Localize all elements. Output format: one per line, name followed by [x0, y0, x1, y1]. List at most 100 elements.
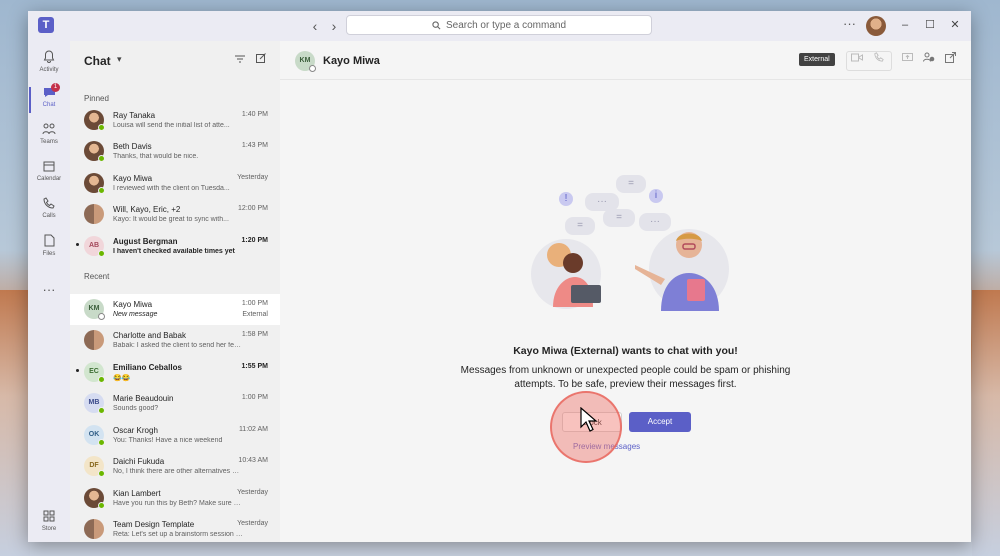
chat-preview: Sounds good? [113, 405, 159, 412]
chat-preview: Louisa will send the initial list of att… [113, 122, 230, 129]
chat-time: 1:40 PM [241, 111, 268, 118]
chat-time: 1:00 PM [241, 394, 268, 401]
appbar-chat[interactable]: 1 Chat [28, 83, 70, 117]
group-avatar [84, 330, 104, 350]
man-with-tablet-icon [635, 232, 719, 311]
chat-item[interactable]: EC Emiliano Ceballos 😂😂 1:55 PM [70, 357, 280, 388]
chat-item[interactable]: Charlotte and Babak Babak: I asked the c… [70, 325, 280, 356]
presence-available-icon [98, 250, 105, 257]
mention-icon: ! [559, 192, 573, 206]
appbar-label: Calendar [36, 176, 62, 182]
contact-name[interactable]: Kayo Miwa [323, 55, 380, 67]
appbar-more[interactable]: ··· [28, 279, 70, 299]
external-label: External [242, 311, 268, 318]
wallpaper-left [0, 290, 30, 556]
chat-item[interactable]: OK Oscar Krogh You: Thanks! Have a nice … [70, 420, 280, 451]
chevron-down-icon[interactable]: ▾ [117, 54, 122, 65]
maximize-button[interactable]: ☐ [921, 16, 939, 34]
phone-icon [28, 197, 70, 213]
presence-unknown-icon [98, 313, 105, 320]
forward-button[interactable]: › [324, 16, 344, 36]
appbar-label: Calls [42, 213, 56, 219]
back-button[interactable]: ‹ [305, 16, 325, 36]
chat-list-header: Chat ▾ [70, 41, 280, 79]
pop-out-chat-icon[interactable] [941, 52, 959, 68]
app-bar: Activity 1 Chat Teams Calendar Calls Fil… [28, 41, 70, 542]
calendar-icon [28, 160, 70, 176]
chat-name: Oscar Krogh [113, 426, 158, 435]
appbar-calls[interactable]: Calls [28, 194, 70, 228]
chat-preview: 😂😂 [113, 375, 131, 382]
store-icon [28, 510, 70, 526]
chat-main-pane: KM Kayo Miwa External ··· = = = ··· ! i … [280, 41, 971, 542]
chat-item[interactable]: MB Marie Beaudouin Sounds good? 1:00 PM [70, 388, 280, 419]
presence-unknown-icon [309, 65, 316, 72]
teams-logo-icon: T [38, 17, 54, 33]
teams-icon [28, 123, 70, 139]
wallpaper-right [972, 290, 1000, 556]
chat-name: Marie Beaudouin [113, 394, 174, 403]
accept-button[interactable]: Accept [629, 412, 691, 432]
new-chat-icon[interactable] [256, 53, 266, 66]
more-options-button[interactable]: ··· [843, 16, 856, 31]
chat-name: Kayo Miwa [113, 300, 153, 309]
chat-bubble-icon: = [565, 217, 595, 235]
chat-preview: Have you run this by Beth? Make sure she… [113, 500, 243, 507]
chat-preview: You: Thanks! Have a nice weekend [113, 437, 223, 444]
mouse-cursor-icon [580, 407, 598, 432]
appbar-files[interactable]: Files [28, 231, 70, 265]
chat-preview: Thanks, that would be nice. [113, 153, 199, 160]
chat-bubble-icon: = [603, 209, 635, 227]
profile-avatar[interactable] [866, 16, 886, 36]
search-icon [432, 20, 441, 29]
appbar-label: Files [42, 251, 56, 257]
chat-item[interactable]: Beth Davis Thanks, that would be nice. 1… [70, 136, 280, 167]
chat-item[interactable]: Kian Lambert Have you run this by Beth? … [70, 483, 280, 514]
search-input[interactable]: Search or type a command [346, 15, 652, 35]
filter-icon[interactable] [235, 54, 245, 66]
woman-with-laptop-icon [547, 243, 601, 307]
chat-item[interactable]: KM Kayo Miwa New message 1:00 PM Externa… [70, 294, 280, 325]
pinned-section-label: Pinned [84, 94, 109, 103]
add-people-icon[interactable] [920, 52, 938, 68]
share-screen-icon[interactable] [898, 52, 916, 68]
close-button[interactable]: ✕ [946, 16, 964, 34]
info-bubble-icon: i [649, 189, 663, 203]
chat-time: 1:43 PM [241, 142, 268, 149]
appbar-activity[interactable]: Activity [28, 47, 70, 81]
chat-item[interactable]: Kayo Miwa I reviewed with the client on … [70, 168, 280, 199]
bell-icon [28, 50, 70, 67]
chat-time: 1:20 PM [241, 237, 268, 244]
group-avatar [84, 519, 104, 539]
appbar-calendar[interactable]: Calendar [28, 157, 70, 191]
appbar-label: Store [41, 526, 57, 532]
audio-call-icon[interactable] [870, 52, 888, 68]
external-tag: External [799, 53, 835, 66]
chat-item[interactable]: AB August Bergman I haven't checked avai… [70, 231, 280, 262]
chat-time: 11:02 AM [238, 426, 268, 433]
group-avatar [84, 204, 104, 224]
unread-dot [76, 243, 79, 246]
chat-bubble-icon: = [616, 175, 646, 193]
minimize-button[interactable]: – [896, 16, 914, 34]
chat-time: 12:00 PM [238, 205, 268, 212]
presence-available-icon [98, 124, 105, 131]
chat-preview: I haven't checked available times yet [113, 248, 235, 255]
chat-name: August Bergman [113, 237, 178, 246]
appbar-store[interactable]: Store [28, 507, 70, 541]
video-call-icon[interactable] [848, 52, 866, 68]
chat-item[interactable]: Ray Tanaka Louisa will send the initial … [70, 105, 280, 136]
chat-request-illustration: ··· = = = ··· ! i [525, 171, 735, 331]
chat-item[interactable]: DF Daichi Fukuda No, I think there are o… [70, 451, 280, 482]
chat-list-pane: Chat ▾ Pinned Ray Tanaka Louisa will sen… [70, 41, 280, 542]
chat-item[interactable]: Team Design Template Reta: Let's set up … [70, 514, 280, 542]
appbar-teams[interactable]: Teams [28, 120, 70, 154]
presence-available-icon [98, 407, 105, 414]
chat-list-title[interactable]: Chat [84, 54, 111, 68]
chat-name: Will, Kayo, Eric, +2 [113, 205, 181, 214]
chat-name: Team Design Template [113, 520, 195, 529]
chat-item[interactable]: Will, Kayo, Eric, +2 Kayo: It would be g… [70, 199, 280, 230]
presence-available-icon [98, 187, 105, 194]
chat-time: Yesterday [237, 174, 268, 181]
chat-name: Daichi Fukuda [113, 457, 165, 466]
